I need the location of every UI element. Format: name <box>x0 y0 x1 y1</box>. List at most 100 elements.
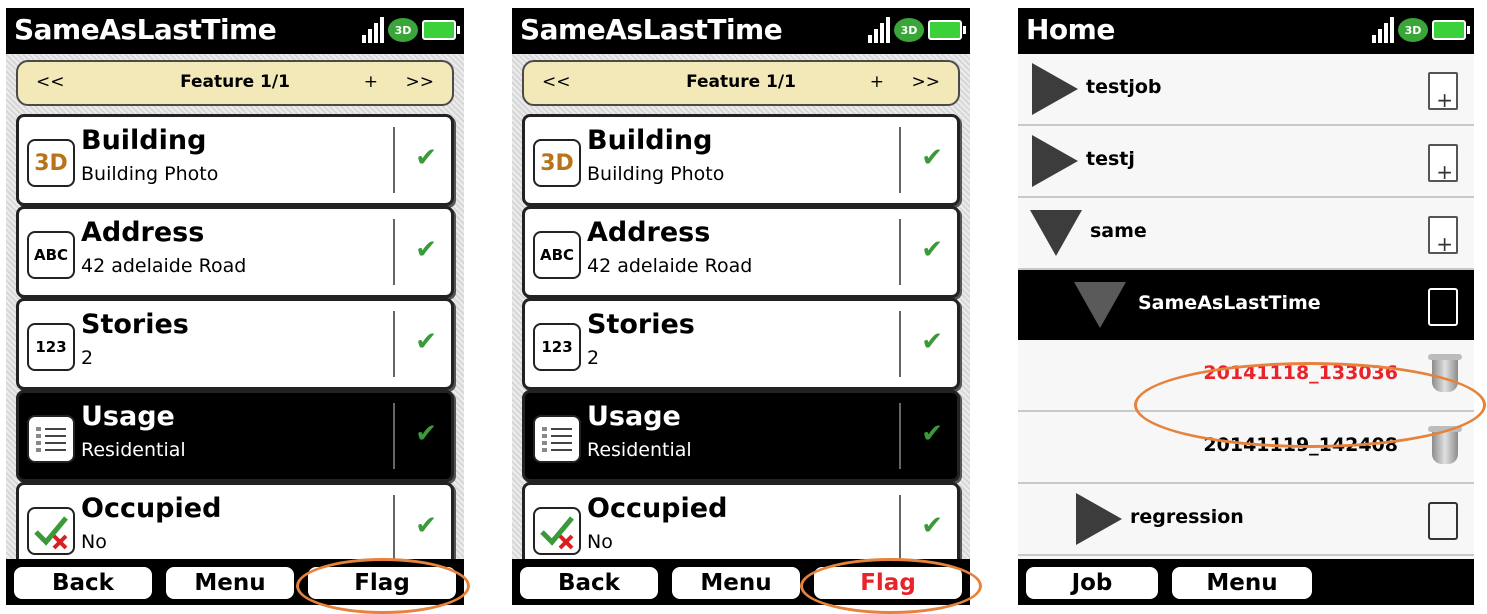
field-usage[interactable]: Usage Residential ✔ <box>522 390 960 482</box>
new-doc-icon[interactable] <box>1428 216 1458 256</box>
field-name: Usage <box>81 401 175 432</box>
title-bar: SameAsLastTime 3D <box>512 8 970 54</box>
divider <box>393 219 395 285</box>
home-screen: Home 3D testjob testj same SameAsLastTim… <box>1018 8 1474 605</box>
field-usage[interactable]: Usage Residential ✔ <box>16 390 454 482</box>
divider <box>899 495 901 561</box>
number-icon: 123 <box>533 323 581 371</box>
field-value: 2 <box>587 347 600 369</box>
field-address[interactable]: ABC Address 42 adelaide Road ✔ <box>522 206 960 298</box>
bottom-button-bar: Job Menu <box>1018 559 1474 605</box>
signal-icon <box>868 17 890 43</box>
divider <box>393 403 395 469</box>
field-value: Building Photo <box>587 163 725 185</box>
check-cross-icon <box>27 507 75 555</box>
tree-row-testjob[interactable]: testjob <box>1018 54 1474 126</box>
field-name: Address <box>587 217 711 248</box>
feature-counter: Feature 1/1 <box>686 72 796 92</box>
field-building[interactable]: 3D Building Building Photo ✔ <box>16 114 454 206</box>
3d-icon: 3D <box>533 139 581 187</box>
field-stories[interactable]: 123 Stories 2 ✔ <box>16 298 454 390</box>
expand-arrow-icon[interactable] <box>1032 135 1078 187</box>
3d-globe-icon: 3D <box>1398 18 1428 42</box>
check-icon: ✔ <box>415 327 437 357</box>
3d-icon: 3D <box>27 139 75 187</box>
field-value: Residential <box>81 439 186 461</box>
feature-list-area: << Feature 1/1 + >> 3D Building Building… <box>512 54 970 574</box>
check-icon: ✔ <box>921 327 943 357</box>
job-tree: testjob testj same SameAsLastTime 201411… <box>1018 54 1474 559</box>
field-value: 2 <box>81 347 94 369</box>
tree-row-label: testj <box>1086 148 1135 170</box>
divider <box>899 311 901 377</box>
job-button[interactable]: Job <box>1024 565 1160 601</box>
field-address[interactable]: ABC Address 42 adelaide Road ✔ <box>16 206 454 298</box>
field-building[interactable]: 3D Building Building Photo ✔ <box>522 114 960 206</box>
field-value: No <box>587 531 613 553</box>
collapse-arrow-icon[interactable] <box>1074 282 1126 328</box>
field-stories[interactable]: 123 Stories 2 ✔ <box>522 298 960 390</box>
signal-icon <box>362 17 384 43</box>
field-value: 42 adelaide Road <box>81 255 247 277</box>
field-value: Residential <box>587 439 692 461</box>
status-icons: 3D <box>868 13 966 47</box>
menu-button[interactable]: Menu <box>164 565 296 601</box>
add-feature-button[interactable]: + <box>364 72 378 92</box>
tree-row-sameaslasttime[interactable]: SameAsLastTime <box>1018 270 1474 340</box>
number-icon: 123 <box>27 323 75 371</box>
tree-row-label: testjob <box>1086 76 1162 98</box>
copy-icon[interactable] <box>1428 288 1458 326</box>
feature-navigator: << Feature 1/1 + >> <box>522 60 960 106</box>
add-feature-button[interactable]: + <box>870 72 884 92</box>
feature-screen-1: SameAsLastTime 3D << Feature 1/1 + >> 3D… <box>6 8 464 605</box>
divider <box>899 219 901 285</box>
new-doc-icon[interactable] <box>1428 72 1458 112</box>
field-name: Occupied <box>587 493 728 524</box>
divider <box>393 495 395 561</box>
status-icons: 3D <box>362 13 460 47</box>
feature-navigator: << Feature 1/1 + >> <box>16 60 454 106</box>
screen-title: Home <box>1026 13 1115 46</box>
signal-icon <box>1372 17 1394 43</box>
menu-button[interactable]: Menu <box>1170 565 1314 601</box>
next-feature-button[interactable]: >> <box>912 72 941 92</box>
expand-arrow-icon[interactable] <box>1076 493 1122 545</box>
field-name: Address <box>81 217 205 248</box>
status-icons: 3D <box>1372 13 1470 47</box>
highlight-circle <box>800 558 982 614</box>
check-icon: ✔ <box>921 511 943 541</box>
tree-row-same[interactable]: same <box>1018 198 1474 270</box>
copy-icon[interactable] <box>1428 502 1458 540</box>
divider <box>899 127 901 193</box>
field-name: Stories <box>81 309 189 340</box>
list-icon <box>533 415 581 463</box>
menu-button[interactable]: Menu <box>670 565 802 601</box>
screen-title: SameAsLastTime <box>520 13 783 46</box>
battery-icon <box>422 20 460 40</box>
tree-row-testj[interactable]: testj <box>1018 126 1474 198</box>
check-icon: ✔ <box>921 419 943 449</box>
back-button[interactable]: Back <box>12 565 154 601</box>
tree-row-regression[interactable]: regression <box>1018 484 1474 556</box>
3d-globe-icon: 3D <box>894 18 924 42</box>
highlight-circle <box>1134 362 1486 448</box>
check-icon: ✔ <box>415 143 437 173</box>
new-doc-icon[interactable] <box>1428 144 1458 184</box>
field-name: Occupied <box>81 493 222 524</box>
tree-row-label: SameAsLastTime <box>1138 292 1321 314</box>
tree-row-label: same <box>1090 220 1147 242</box>
divider <box>899 403 901 469</box>
feature-counter: Feature 1/1 <box>180 72 290 92</box>
feature-list-area: << Feature 1/1 + >> 3D Building Building… <box>6 54 464 574</box>
collapse-arrow-icon[interactable] <box>1030 210 1082 256</box>
tree-row-label: regression <box>1130 506 1244 528</box>
expand-arrow-icon[interactable] <box>1032 63 1078 115</box>
back-button[interactable]: Back <box>518 565 660 601</box>
3d-globe-icon: 3D <box>388 18 418 42</box>
battery-icon <box>928 20 966 40</box>
trash-icon[interactable] <box>1428 426 1462 464</box>
check-icon: ✔ <box>921 143 943 173</box>
abc-icon: ABC <box>27 231 75 279</box>
next-feature-button[interactable]: >> <box>406 72 435 92</box>
field-value: No <box>81 531 107 553</box>
